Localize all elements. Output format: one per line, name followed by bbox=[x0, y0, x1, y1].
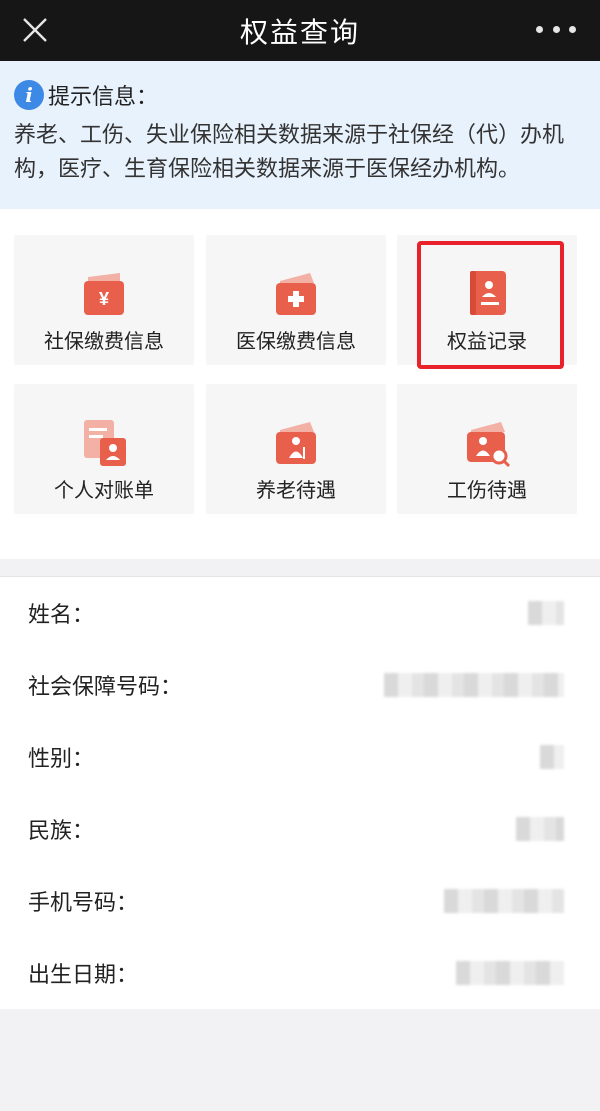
notice-text: 养老、工伤、失业保险相关数据来源于社保经（代）办机构，医疗、生育保险相关数据来源… bbox=[14, 123, 565, 182]
record-book-icon bbox=[470, 271, 506, 315]
close-icon bbox=[23, 18, 47, 42]
tile-pension-benefits[interactable]: 养老待遇 bbox=[206, 384, 386, 514]
tile-label: 社保缴费信息 bbox=[44, 329, 164, 353]
gender-label: 性别： bbox=[28, 747, 95, 772]
more-dots-icon bbox=[536, 25, 543, 33]
info-row-gender: 性别： bbox=[0, 721, 600, 793]
top-nav-bar: 权益查询 bbox=[0, 0, 600, 61]
elderly-icon bbox=[276, 422, 316, 464]
name-label: 姓名： bbox=[28, 603, 95, 628]
info-row-birthdate: 出生日期： bbox=[0, 937, 600, 1009]
tile-personal-statement[interactable]: 个人对账单 bbox=[14, 384, 194, 514]
tile-label: 权益记录 bbox=[447, 329, 527, 353]
gender-value-masked bbox=[540, 745, 564, 769]
tile-label: 养老待遇 bbox=[256, 478, 336, 502]
tile-label: 个人对账单 bbox=[54, 478, 154, 502]
notice-panel: i 提示信息： 养老、工伤、失业保险相关数据来源于社保经（代）办机构，医疗、生育… bbox=[0, 61, 600, 209]
info-row-phone: 手机号码： bbox=[0, 865, 600, 937]
info-row-ethnicity: 民族： bbox=[0, 793, 600, 865]
tile-medical-insurance-payment[interactable]: 医保缴费信息 bbox=[206, 235, 386, 365]
tile-label: 医保缴费信息 bbox=[236, 329, 356, 353]
tile-work-injury-benefits[interactable]: 工伤待遇 bbox=[397, 384, 577, 514]
medical-wallet-icon bbox=[276, 273, 316, 315]
yen-wallet-icon: ¥ bbox=[84, 273, 124, 315]
injury-search-icon bbox=[467, 422, 511, 468]
tile-rights-record[interactable]: 权益记录 bbox=[397, 235, 577, 365]
ethnicity-value-masked bbox=[516, 817, 564, 841]
ssn-value-masked bbox=[384, 673, 564, 697]
birth-label: 出生日期： bbox=[28, 963, 139, 988]
svg-text:¥: ¥ bbox=[99, 289, 109, 309]
info-row-name: 姓名： bbox=[0, 577, 600, 649]
more-menu-button[interactable] bbox=[536, 14, 576, 44]
birth-value-masked bbox=[456, 961, 564, 985]
ethnicity-label: 民族： bbox=[28, 819, 95, 844]
personal-info-list: 姓名： 社会保障号码： 性别： 民族： 手机号码： 出生日期： bbox=[0, 576, 600, 1009]
tile-label: 工伤待遇 bbox=[447, 478, 527, 502]
close-button[interactable] bbox=[18, 13, 52, 47]
notice-label: 提示信息： bbox=[48, 85, 159, 110]
phone-label: 手机号码： bbox=[28, 891, 139, 916]
phone-value-masked bbox=[444, 889, 564, 913]
page-title: 权益查询 bbox=[239, 15, 360, 49]
statement-icon bbox=[84, 420, 126, 466]
info-row-ssn: 社会保障号码： bbox=[0, 649, 600, 721]
info-icon: i bbox=[14, 80, 44, 110]
name-value-masked bbox=[528, 601, 564, 625]
tile-social-insurance-payment[interactable]: ¥ 社保缴费信息 bbox=[14, 235, 194, 365]
ssn-label: 社会保障号码： bbox=[28, 675, 183, 700]
